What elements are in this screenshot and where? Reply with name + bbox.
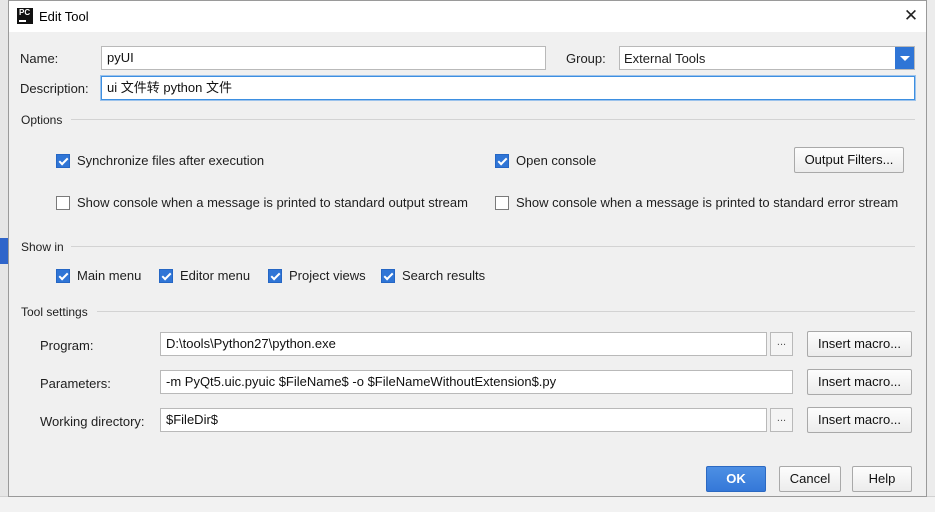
- background-ide-bottom: [0, 496, 935, 512]
- main-menu-label: Main menu: [77, 268, 142, 283]
- checkbox-checked-icon: [381, 268, 395, 283]
- search-results-label: Search results: [402, 268, 486, 283]
- checkbox-checked-icon: [56, 268, 70, 283]
- show-in-section-label: Show in: [21, 240, 64, 254]
- working-directory-browse-button[interactable]: ...: [770, 408, 793, 432]
- group-select[interactable]: External Tools: [619, 46, 915, 70]
- tool-settings-divider: [97, 311, 915, 312]
- working-directory-insert-macro-button[interactable]: Insert macro...: [807, 407, 912, 433]
- checkbox-checked-icon: [56, 153, 70, 168]
- options-divider: [71, 119, 915, 120]
- search-results-checkbox[interactable]: Search results: [381, 268, 485, 283]
- show-console-stdout-checkbox[interactable]: Show console when a message is printed t…: [56, 195, 468, 210]
- working-directory-field[interactable]: $FileDir$: [160, 408, 767, 432]
- group-select-value: External Tools: [624, 51, 706, 66]
- show-console-stderr-checkbox[interactable]: Show console when a message is printed t…: [495, 195, 898, 210]
- output-filters-button[interactable]: Output Filters...: [794, 147, 904, 173]
- program-insert-macro-button[interactable]: Insert macro...: [807, 331, 912, 357]
- sync-files-checkbox[interactable]: Synchronize files after execution: [56, 153, 264, 168]
- name-label: Name:: [20, 51, 59, 66]
- project-views-label: Project views: [289, 268, 366, 283]
- parameters-insert-macro-button[interactable]: Insert macro...: [807, 369, 912, 395]
- name-field[interactable]: pyUI: [101, 46, 546, 70]
- program-browse-button[interactable]: ...: [770, 332, 793, 356]
- main-menu-checkbox[interactable]: Main menu: [56, 268, 141, 283]
- description-field[interactable]: ui 文件转 python 文件: [101, 76, 915, 100]
- pycharm-app-icon: PC: [17, 8, 33, 24]
- show-in-divider: [71, 246, 915, 247]
- sync-files-label: Synchronize files after execution: [77, 153, 265, 168]
- editor-menu-label: Editor menu: [180, 268, 251, 283]
- checkbox-checked-icon: [268, 268, 282, 283]
- checkbox-checked-icon: [159, 268, 173, 283]
- checkbox-unchecked-icon: [56, 195, 70, 210]
- open-console-label: Open console: [516, 153, 597, 168]
- window-title: Edit Tool: [39, 9, 89, 24]
- edit-tool-dialog: PC Edit Tool ✕ Name: pyUI Group: Externa…: [8, 0, 927, 497]
- close-icon[interactable]: ✕: [900, 5, 922, 27]
- program-field[interactable]: D:\tools\Python27\python.exe: [160, 332, 767, 356]
- description-label: Description:: [20, 81, 89, 96]
- background-selection: [0, 238, 8, 264]
- open-console-checkbox[interactable]: Open console: [495, 153, 596, 168]
- show-console-stdout-label: Show console when a message is printed t…: [77, 195, 468, 210]
- title-bar: PC Edit Tool ✕: [9, 1, 926, 32]
- project-views-checkbox[interactable]: Project views: [268, 268, 366, 283]
- help-button[interactable]: Help: [852, 466, 912, 492]
- chevron-down-icon[interactable]: [895, 47, 914, 69]
- parameters-label: Parameters:: [40, 376, 111, 391]
- cancel-button[interactable]: Cancel: [779, 466, 841, 492]
- options-section-label: Options: [21, 113, 63, 127]
- background-ide-panel: [0, 0, 8, 511]
- checkbox-checked-icon: [495, 153, 509, 168]
- show-console-stderr-label: Show console when a message is printed t…: [516, 195, 899, 210]
- tool-settings-section-label: Tool settings: [21, 305, 88, 319]
- parameters-field[interactable]: -m PyQt5.uic.pyuic $FileName$ -o $FileNa…: [160, 370, 793, 394]
- group-label: Group:: [566, 51, 606, 66]
- editor-menu-checkbox[interactable]: Editor menu: [159, 268, 250, 283]
- ok-button[interactable]: OK: [706, 466, 766, 492]
- working-directory-label: Working directory:: [40, 414, 145, 429]
- checkbox-unchecked-icon: [495, 195, 509, 210]
- program-label: Program:: [40, 338, 94, 353]
